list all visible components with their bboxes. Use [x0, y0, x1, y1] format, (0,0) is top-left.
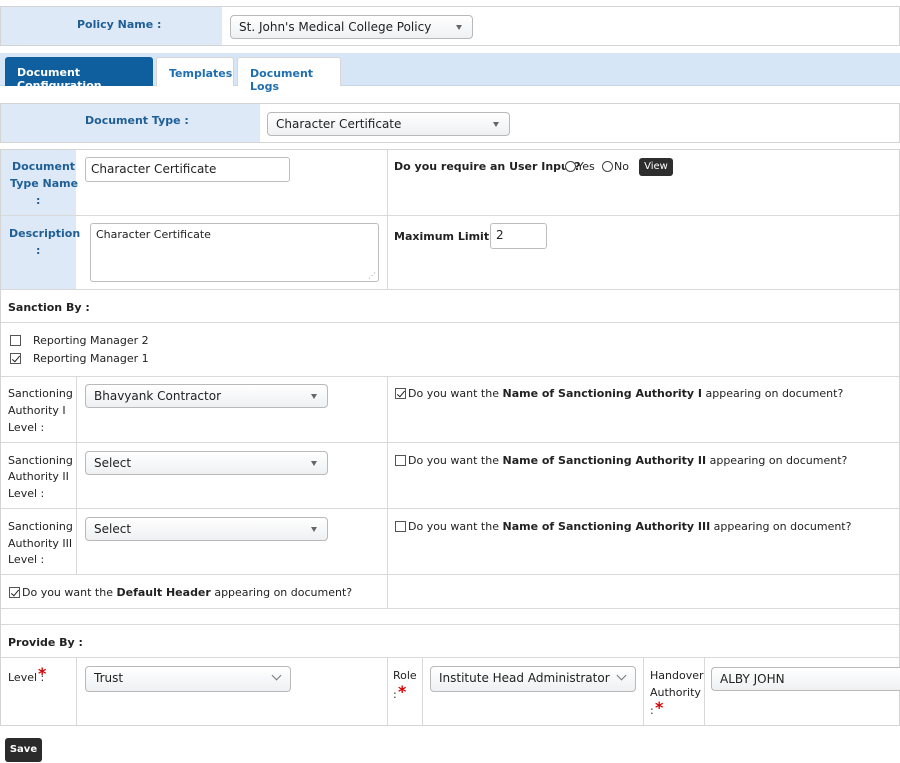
- sanction-2-label-3: Level :: [8, 487, 45, 500]
- user-input-yes-radio[interactable]: [565, 161, 576, 172]
- tab-templates[interactable]: Templates: [156, 57, 234, 86]
- sanction-3-select[interactable]: Select: [85, 517, 328, 541]
- description-textarea[interactable]: Character Certificate ⋰: [90, 223, 379, 282]
- caret-down-icon: [311, 527, 317, 532]
- sanction-1-label-2: Authority I: [8, 404, 66, 417]
- doc-type-name-label-1: Document: [12, 160, 76, 173]
- policy-select-value: St. John's Medical College Policy: [239, 20, 432, 34]
- reporting-manager-1-label: Reporting Manager 1: [33, 352, 149, 365]
- role-label: Role: [393, 669, 417, 682]
- sanction-1-name-checkbox[interactable]: [395, 388, 406, 399]
- policy-select[interactable]: St. John's Medical College Policy: [230, 15, 473, 39]
- sanction-3-question: Do you want the Name of Sanctioning Auth…: [408, 520, 852, 533]
- sanction-3-label-3: Level :: [8, 553, 45, 566]
- provide-title: Provide By :: [8, 636, 83, 649]
- caret-down-icon: [311, 394, 317, 399]
- user-input-no-label: No: [614, 160, 629, 173]
- document-type-select[interactable]: Character Certificate: [267, 112, 510, 136]
- doc-type-name-input[interactable]: Character Certificate: [85, 157, 290, 182]
- level-select[interactable]: Trust: [85, 666, 291, 692]
- reporting-manager-2-checkbox[interactable]: [10, 335, 21, 346]
- handover-authority-select[interactable]: ALBY JOHN: [711, 667, 900, 691]
- chevron-down-icon: [616, 670, 627, 681]
- user-input-yes-label: Yes: [577, 160, 595, 173]
- tab-document-logs[interactable]: Document Logs: [237, 57, 341, 93]
- sanction-title: Sanction By :: [8, 301, 90, 314]
- doc-type-name-label-2: Type Name: [10, 177, 79, 190]
- reporting-manager-1-checkbox[interactable]: [10, 353, 21, 364]
- tab-document-configuration[interactable]: Document Configuration: [5, 57, 153, 92]
- handover-required-mark: *: [655, 698, 664, 717]
- role-colon: :: [393, 688, 397, 701]
- sanction-1-question: Do you want the Name of Sanctioning Auth…: [408, 387, 844, 400]
- document-type-select-value: Character Certificate: [276, 117, 402, 131]
- caret-down-icon: [311, 461, 317, 466]
- sanction-1-label-3: Level :: [8, 421, 45, 434]
- sanction-2-name-checkbox[interactable]: [395, 455, 406, 466]
- default-header-question: Do you want the Default Header appearing…: [22, 586, 353, 599]
- handover-colon: :: [650, 704, 654, 717]
- sanction-2-question: Do you want the Name of Sanctioning Auth…: [408, 454, 848, 467]
- view-button[interactable]: View: [639, 158, 673, 176]
- max-limit-input[interactable]: 2: [490, 223, 547, 249]
- role-required-mark: *: [398, 682, 407, 701]
- caret-down-icon: [493, 122, 499, 127]
- description-label-2: :: [36, 244, 41, 257]
- sanction-1-label-1: Sanctioning: [8, 387, 73, 400]
- caret-down-icon: [456, 25, 462, 30]
- sanction-3-label-1: Sanctioning: [8, 520, 73, 533]
- default-header-checkbox[interactable]: [9, 587, 20, 598]
- sanction-3-label-2: Authority III: [8, 537, 73, 550]
- max-limit-label: Maximum Limit :: [394, 230, 498, 243]
- policy-label: Policy Name :: [77, 18, 162, 31]
- resize-handle-icon[interactable]: ⋰: [368, 271, 376, 280]
- description-label-1: Description: [9, 227, 81, 240]
- handover-label-1: Handover: [650, 669, 704, 682]
- document-type-label: Document Type :: [85, 114, 189, 127]
- doc-type-name-label-3: :: [36, 194, 41, 207]
- user-input-question: Do you require an User Input?: [394, 160, 581, 173]
- sanction-3-name-checkbox[interactable]: [395, 521, 406, 532]
- sanction-2-label-2: Authority II: [8, 470, 69, 483]
- level-required-mark: *: [38, 664, 47, 683]
- chevron-down-icon: [271, 670, 282, 681]
- sanction-2-select[interactable]: Select: [85, 451, 328, 475]
- save-button[interactable]: Save: [5, 738, 42, 762]
- reporting-manager-2-label: Reporting Manager 2: [33, 334, 149, 347]
- sanction-2-label-1: Sanctioning: [8, 454, 73, 467]
- sanction-1-select[interactable]: Bhavyank Contractor: [85, 384, 328, 408]
- role-select[interactable]: Institute Head Administrator: [430, 666, 636, 692]
- user-input-no-radio[interactable]: [602, 161, 613, 172]
